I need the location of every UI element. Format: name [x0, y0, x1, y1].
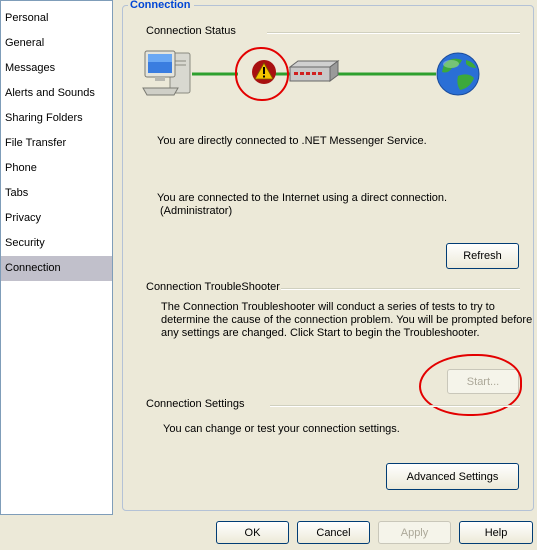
- connection-settings-text: You can change or test your connection s…: [163, 423, 400, 435]
- sidebar: Personal General Messages Alerts and Sou…: [0, 0, 113, 515]
- help-button[interactable]: Help: [459, 521, 533, 544]
- troubleshooter-heading: Connection TroubleShooter: [146, 281, 284, 293]
- sidebar-item-phone[interactable]: Phone: [1, 156, 112, 181]
- troubleshooter-text-line2: determine the cause of the connection pr…: [161, 314, 533, 326]
- router-icon: [288, 60, 340, 82]
- connection-status-heading: Connection Status: [146, 25, 240, 37]
- connection-status-divider: [267, 32, 520, 34]
- troubleshooter-divider: [281, 288, 520, 290]
- sidebar-item-file-transfer[interactable]: File Transfer: [1, 131, 112, 156]
- refresh-button[interactable]: Refresh: [446, 243, 519, 269]
- sidebar-item-security[interactable]: Security: [1, 231, 112, 256]
- sidebar-item-connection[interactable]: Connection: [1, 256, 112, 281]
- administrator-text: (Administrator): [160, 205, 233, 217]
- sidebar-item-messages[interactable]: Messages: [1, 56, 112, 81]
- troubleshooter-text-line1: The Connection Troubleshooter will condu…: [161, 301, 495, 313]
- troubleshooter-text-line3: any settings are changed. Click Start to…: [161, 327, 480, 339]
- apply-button[interactable]: Apply: [378, 521, 451, 544]
- cancel-button[interactable]: Cancel: [297, 521, 370, 544]
- globe-icon: [436, 52, 480, 96]
- sidebar-item-sharing-folders[interactable]: Sharing Folders: [1, 106, 112, 131]
- panel-title: Connection: [128, 0, 194, 12]
- ok-button[interactable]: OK: [216, 521, 289, 544]
- connection-settings-heading: Connection Settings: [146, 398, 249, 410]
- sidebar-item-general[interactable]: General: [1, 31, 112, 56]
- sidebar-item-alerts-and-sounds[interactable]: Alerts and Sounds: [1, 81, 112, 106]
- computer-icon: [142, 50, 191, 96]
- sidebar-item-privacy[interactable]: Privacy: [1, 206, 112, 231]
- sidebar-item-tabs[interactable]: Tabs: [1, 181, 112, 206]
- advanced-settings-button[interactable]: Advanced Settings: [386, 463, 519, 490]
- internet-status-text: You are connected to the Internet using …: [157, 192, 448, 204]
- connection-settings-divider: [270, 405, 520, 407]
- connection-diagram: [142, 50, 480, 96]
- messenger-status-text: You are directly connected to .NET Messe…: [157, 135, 427, 147]
- sidebar-item-personal[interactable]: Personal: [1, 6, 112, 31]
- warning-icon: [252, 60, 276, 84]
- start-button[interactable]: Start...: [447, 369, 519, 394]
